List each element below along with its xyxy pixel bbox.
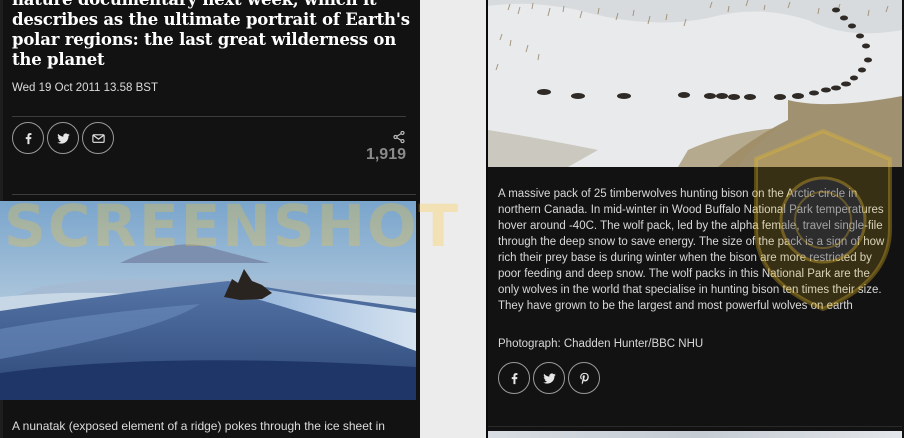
pinterest-icon [579,372,589,384]
left-article-card: nature documentary next week, which it d… [0,0,420,438]
share-count: 1,919 [365,146,406,163]
article-date: Wed 19 Oct 2011 13.58 BST [12,82,158,94]
photo-caption: A nunatak (exposed element of a ridge) p… [12,419,385,433]
share-twitter-button[interactable] [533,362,565,394]
facebook-icon [511,372,517,384]
photo-credit: Photograph: Chadden Hunter/BBC NHU [498,338,704,350]
divider [12,116,406,117]
share-email-button[interactable] [82,122,114,154]
twitter-icon [542,372,556,384]
email-icon [91,133,105,143]
article-headline: nature documentary next week, which it d… [12,0,410,69]
share-facebook-button[interactable] [12,122,44,154]
share-pinterest-button[interactable] [568,362,600,394]
share-buttons [498,362,600,394]
right-article-card: A massive pack of 25 timberwolves huntin… [486,0,904,438]
facebook-icon [25,132,31,144]
share-facebook-button[interactable] [498,362,530,394]
twitter-icon [56,132,70,144]
divider [12,194,416,195]
share-icon[interactable] [392,130,406,144]
share-buttons [12,122,114,154]
divider [488,426,902,427]
wolf-pack-photo[interactable] [488,0,902,167]
next-photo-preview[interactable] [488,431,902,438]
nunatak-photo[interactable] [0,201,416,400]
photo-caption: A massive pack of 25 timberwolves huntin… [498,188,885,312]
share-twitter-button[interactable] [47,122,79,154]
page-gutter [420,0,486,438]
